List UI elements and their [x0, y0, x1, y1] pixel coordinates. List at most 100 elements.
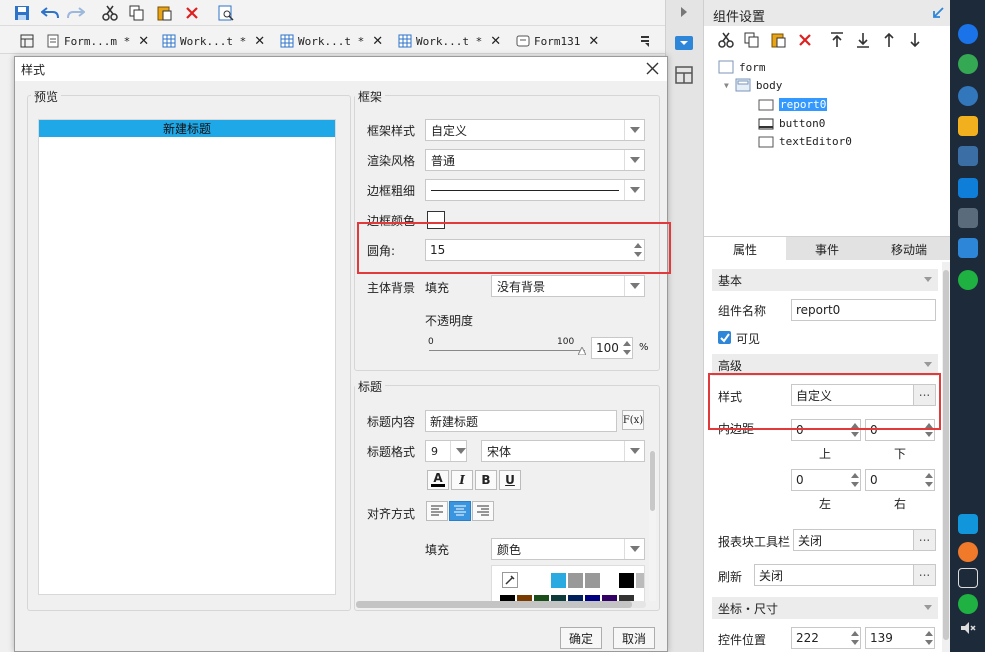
chevron-right-icon[interactable] — [680, 6, 688, 18]
wechat-icon[interactable] — [958, 594, 978, 614]
more-icon[interactable]: ... — [913, 530, 935, 550]
color-swatch[interactable] — [551, 573, 566, 588]
tree-node-texteditor[interactable]: textEditor0 — [758, 135, 852, 148]
font-family-select[interactable]: 宋体 — [481, 440, 645, 462]
tree-node-body[interactable]: ▼ body — [724, 78, 782, 92]
app-icon[interactable] — [958, 542, 978, 562]
color-swatch[interactable] — [568, 573, 583, 588]
app-icon[interactable] — [958, 238, 978, 258]
undo-icon[interactable] — [40, 3, 60, 23]
align-center-button[interactable] — [449, 501, 471, 521]
formula-button[interactable]: F(x) — [622, 410, 644, 430]
color-swatch[interactable] — [585, 573, 600, 588]
position-y-input[interactable]: 139 — [865, 627, 935, 649]
body-bg-select[interactable]: 没有背景 — [491, 275, 645, 297]
color-swatch[interactable] — [619, 573, 634, 588]
chevron-down-icon[interactable]: ▼ — [724, 81, 729, 90]
delete-icon[interactable] — [798, 33, 812, 47]
tab-workbook[interactable]: Work...t * ✕ — [398, 30, 501, 52]
dropdown-toggle-icon[interactable] — [675, 36, 693, 50]
italic-button[interactable]: I — [451, 470, 473, 490]
horizontal-scrollbar[interactable] — [356, 601, 646, 608]
scrollbar-thumb[interactable] — [650, 451, 655, 511]
scrollbar-thumb[interactable] — [943, 270, 949, 640]
tab-form131[interactable]: Form131 ✕ — [516, 30, 599, 52]
tab-menu-icon[interactable] — [640, 30, 652, 52]
cancel-button[interactable]: 取消 — [613, 627, 655, 649]
more-icon[interactable]: ... — [913, 565, 935, 585]
spinner-icon[interactable] — [848, 628, 860, 648]
chrome-icon[interactable] — [958, 54, 978, 74]
copy-icon[interactable] — [127, 3, 147, 23]
edge-icon[interactable] — [958, 86, 978, 106]
report-toolbar-input[interactable]: 关闭 ... — [793, 529, 936, 551]
app-icon[interactable] — [958, 178, 978, 198]
align-right-button[interactable] — [472, 501, 494, 521]
tab-form[interactable]: Form...m * ✕ — [46, 30, 149, 52]
visible-checkbox[interactable] — [718, 331, 731, 344]
browser-icon[interactable] — [958, 24, 978, 44]
tab-mobile[interactable]: 移动端 — [868, 237, 950, 261]
move-up-icon[interactable] — [882, 32, 896, 48]
tab-attributes[interactable]: 属性 — [704, 237, 786, 261]
qq-icon[interactable] — [958, 514, 978, 534]
close-icon[interactable]: ✕ — [138, 34, 149, 49]
section-basic[interactable]: 基本 — [712, 269, 938, 291]
move-bottom-icon[interactable] — [856, 32, 870, 48]
close-icon[interactable]: ✕ — [490, 34, 501, 49]
component-name-input[interactable]: report0 — [791, 299, 936, 321]
section-coords[interactable]: 坐标・尺寸 — [712, 597, 938, 619]
color-swatch[interactable] — [534, 573, 549, 588]
padding-left-input[interactable]: 0 — [791, 469, 861, 491]
preview-icon[interactable] — [216, 3, 236, 23]
border-width-select[interactable] — [425, 179, 645, 201]
scrollbar[interactable] — [942, 262, 950, 652]
redo-icon[interactable] — [66, 3, 86, 23]
color-swatch[interactable] — [636, 573, 644, 588]
close-icon[interactable]: ✕ — [372, 34, 383, 49]
paste-icon[interactable] — [770, 32, 786, 48]
align-left-button[interactable] — [426, 501, 448, 521]
spinner-icon[interactable] — [922, 628, 934, 648]
clipboard-icon[interactable] — [958, 568, 978, 588]
tree-node-form[interactable]: form — [718, 60, 766, 74]
spinner-icon[interactable] — [922, 470, 934, 490]
scrollbar-thumb[interactable] — [356, 601, 632, 608]
close-icon[interactable]: ✕ — [254, 34, 265, 49]
color-swatch[interactable] — [602, 573, 617, 588]
color-palette[interactable] — [491, 565, 645, 603]
title-content-input[interactable]: 新建标题 — [425, 410, 617, 432]
underline-button[interactable]: U — [499, 470, 521, 490]
close-icon[interactable]: ✕ — [588, 34, 599, 49]
folder-icon[interactable] — [958, 116, 978, 136]
move-down-icon[interactable] — [908, 32, 922, 48]
wechat-icon[interactable] — [958, 270, 978, 290]
tree-node-report[interactable]: report0 — [758, 98, 828, 111]
spinner-icon[interactable] — [620, 338, 632, 358]
spinner-icon[interactable] — [848, 470, 860, 490]
position-x-input[interactable]: 222 — [791, 627, 861, 649]
delete-icon[interactable] — [182, 3, 202, 23]
padding-right-input[interactable]: 0 — [865, 469, 935, 491]
cut-icon[interactable] — [718, 32, 734, 48]
font-color-button[interactable]: A — [427, 470, 449, 490]
opacity-slider-track[interactable] — [429, 350, 585, 351]
opacity-input[interactable]: 100 — [591, 337, 633, 359]
bold-button[interactable]: B — [475, 470, 497, 490]
ok-button[interactable]: 确定 — [560, 627, 602, 649]
app-icon[interactable] — [958, 208, 978, 228]
close-icon[interactable] — [646, 62, 659, 75]
layout-icon[interactable] — [20, 30, 34, 52]
tree-node-button[interactable]: button0 — [758, 117, 825, 130]
tab-workbook[interactable]: Work...t * ✕ — [280, 30, 383, 52]
scrollbar[interactable] — [649, 451, 656, 601]
cut-icon[interactable] — [100, 3, 120, 23]
tab-workbook[interactable]: Work...t * ✕ — [162, 30, 265, 52]
monitor-icon[interactable] — [958, 146, 978, 166]
opacity-slider-thumb[interactable] — [578, 347, 586, 355]
frame-style-select[interactable]: 自定义 — [425, 119, 645, 141]
refresh-input[interactable]: 关闭 ... — [754, 564, 936, 586]
fill-select[interactable]: 颜色 — [491, 538, 645, 560]
volume-mute-icon[interactable] — [958, 618, 978, 638]
layout-panel-icon[interactable] — [675, 66, 693, 84]
